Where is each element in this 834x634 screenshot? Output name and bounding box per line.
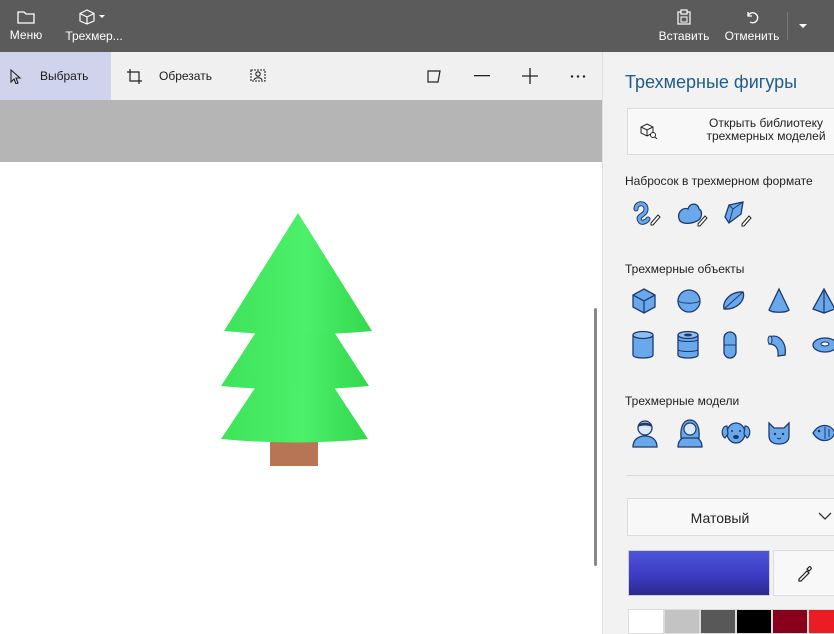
sphere-icon (677, 289, 701, 313)
select-label: Выбрать (40, 69, 89, 83)
flag-view-icon (427, 69, 441, 83)
top-toolbar: Меню Трехмер... Вставить Отменить (0, 0, 834, 52)
shapes3d-panel: Трехмерные фигуры Открыть библиотеку тре… (602, 52, 834, 634)
capsule-button[interactable] (721, 328, 766, 362)
tube-doodle-button[interactable] (631, 196, 676, 230)
models-row (631, 416, 834, 450)
hemisphere-button[interactable] (721, 284, 766, 318)
material-value: Матовый (690, 510, 750, 526)
menu-label: Меню (9, 28, 43, 42)
woman-icon (677, 419, 703, 448)
palette-swatch-light-gray[interactable] (664, 609, 700, 634)
palette-swatch-white[interactable] (628, 609, 664, 634)
cylinder-button[interactable] (631, 328, 676, 362)
material-dropdown[interactable]: Матовый (627, 498, 834, 536)
cone-button[interactable] (766, 284, 811, 318)
folder-icon (17, 11, 35, 24)
objects-row-1 (631, 284, 834, 318)
menu-button[interactable]: Меню (4, 0, 48, 52)
sketch-tools-row (631, 196, 766, 230)
sketch-section-label: Набросок в трехмерном формате (625, 174, 813, 188)
cube-icon (632, 288, 656, 314)
plus-icon (522, 68, 538, 84)
palette-swatch-dark-red[interactable] (772, 609, 808, 634)
fish-model-button[interactable] (811, 416, 834, 450)
objects-row-2 (631, 328, 834, 362)
objects-section-label: Трехмерные объекты (625, 262, 745, 276)
hemisphere-icon (723, 291, 745, 310)
tube-button[interactable] (676, 328, 721, 362)
current-color-swatch[interactable] (628, 550, 770, 596)
paste-label: Вставить (658, 29, 710, 43)
torus-button[interactable] (811, 328, 834, 362)
cone-icon (768, 287, 790, 313)
shapes3d-menu-button[interactable]: Трехмер... (62, 0, 126, 52)
toolbar-divider (787, 12, 788, 40)
canvas-toolbar: Выбрать Обрезать (0, 52, 602, 100)
tube-doodle-icon (633, 201, 661, 226)
sharp-edge-doodle-icon (724, 201, 752, 227)
open-3d-library-button[interactable]: Открыть библиотеку трехмерных моделей (627, 108, 834, 155)
paste-button[interactable]: Вставить (658, 0, 710, 52)
cat-icon (768, 421, 790, 445)
tube-icon (677, 330, 699, 359)
undo-button[interactable]: Отменить (722, 0, 782, 52)
christmas-tree-image[interactable] (215, 210, 375, 470)
more-options-button[interactable] (564, 52, 592, 100)
pyramid-button[interactable] (811, 284, 834, 318)
panel-title: Трехмерные фигуры (625, 72, 798, 92)
3d-library-icon (640, 123, 658, 139)
undo-icon (747, 12, 759, 24)
eyedropper-icon (798, 566, 812, 582)
cube-button[interactable] (631, 284, 676, 318)
chevron-down-icon (818, 512, 832, 520)
select-tool-button[interactable]: Выбрать (0, 52, 111, 100)
man-model-button[interactable] (631, 416, 676, 450)
curved-tube-button[interactable] (766, 328, 811, 362)
capsule-icon (723, 331, 737, 359)
models-section-label: Трехмерные модели (625, 394, 740, 408)
magic-select-icon (250, 69, 266, 82)
fish-icon (812, 424, 834, 442)
more-dropdown-button[interactable] (792, 0, 814, 52)
eyedropper-button[interactable] (773, 550, 834, 596)
shapes3d-label: Трехмер... (65, 29, 123, 43)
palette-swatch-red[interactable] (808, 609, 834, 634)
minus-icon (474, 75, 490, 77)
crop-tool-button[interactable]: Обрезать (126, 52, 212, 100)
torus-icon (812, 337, 834, 353)
zoom-in-button[interactable] (516, 52, 544, 100)
zoom-out-button[interactable] (468, 52, 496, 100)
cursor-icon (10, 68, 22, 84)
workspace-background (0, 100, 602, 162)
soft-edge-doodle-button[interactable] (676, 196, 721, 230)
palette-swatch-dark-gray[interactable] (700, 609, 736, 634)
sharp-edge-doodle-button[interactable] (721, 196, 766, 230)
dog-model-button[interactable] (721, 416, 766, 450)
dog-icon (721, 422, 751, 444)
cat-model-button[interactable] (766, 416, 811, 450)
woman-model-button[interactable] (676, 416, 721, 450)
panel-divider (627, 475, 834, 476)
curved-tube-icon (767, 335, 786, 357)
cube-chevron-icon (79, 9, 105, 25)
palette-swatch-black[interactable] (736, 609, 772, 634)
soft-edge-doodle-icon (678, 203, 708, 227)
cylinder-icon (632, 330, 654, 359)
chevron-down-icon (799, 24, 807, 28)
color-palette (628, 609, 834, 634)
magic-select-button[interactable] (245, 52, 273, 100)
clipboard-icon (677, 9, 691, 25)
vertical-scrollbar[interactable] (594, 308, 597, 566)
sphere-button[interactable] (676, 284, 721, 318)
crop-icon (127, 68, 142, 84)
open-3d-library-label: Открыть библиотеку трехмерных моделей (706, 116, 826, 143)
view-3d-button[interactable] (420, 52, 448, 100)
crop-label: Обрезать (159, 69, 212, 83)
ellipsis-icon (570, 74, 586, 78)
undo-label: Отменить (724, 29, 780, 43)
tree-tier-top (224, 213, 372, 335)
pyramid-icon (812, 287, 834, 314)
man-icon (632, 420, 658, 448)
